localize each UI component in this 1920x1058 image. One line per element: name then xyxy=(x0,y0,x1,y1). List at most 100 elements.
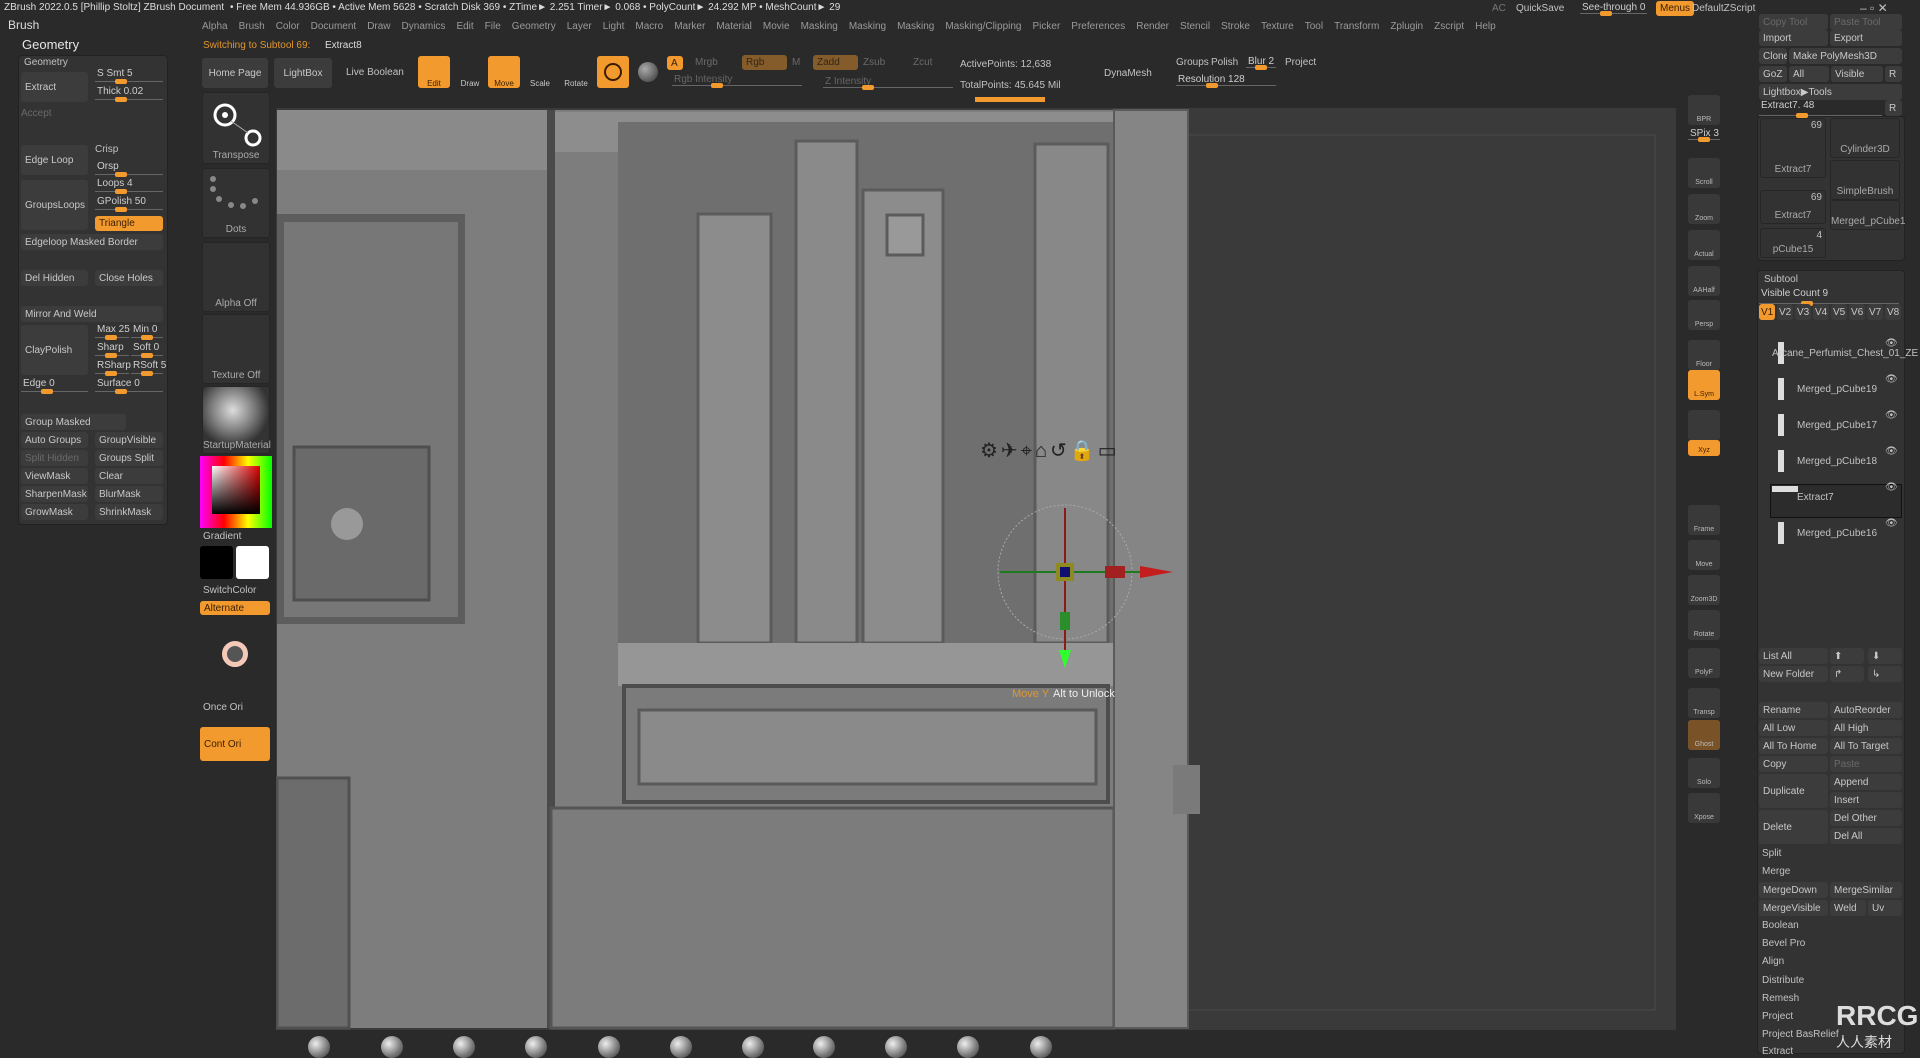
lightbox-tools-button[interactable]: Lightbox▶Tools xyxy=(1759,84,1902,100)
menu-item[interactable]: Help xyxy=(1475,21,1496,32)
dynamesh-button[interactable]: DynaMesh xyxy=(1104,68,1152,79)
extract-section[interactable]: Extract xyxy=(1762,1046,1793,1057)
merge-down-button[interactable]: MergeDown xyxy=(1759,882,1828,898)
sphere-icon[interactable] xyxy=(638,62,658,82)
merge-visible-button[interactable]: MergeVisible xyxy=(1759,900,1828,916)
orsp-slider[interactable]: Orsp xyxy=(95,161,163,177)
shelf-persp-button[interactable]: Persp xyxy=(1688,300,1720,330)
weld-button[interactable]: Weld xyxy=(1830,900,1866,916)
min-slider[interactable]: Min 0 xyxy=(131,324,163,340)
cont-ori-button[interactable]: Cont Ori xyxy=(200,727,270,761)
menu-item[interactable]: Light xyxy=(603,21,625,32)
menu-item[interactable]: Dynamics xyxy=(402,21,446,32)
brush-icon[interactable] xyxy=(381,1036,403,1058)
all-to-target-button[interactable]: All To Target xyxy=(1830,738,1902,754)
zadd-button[interactable]: Zadd xyxy=(813,55,858,70)
tool-r-button[interactable]: R xyxy=(1885,100,1902,116)
tool-thumbnail[interactable]: Merged_pCube1 xyxy=(1830,200,1906,230)
rgb-intensity-slider[interactable]: Rgb Intensity xyxy=(672,74,802,88)
m-button[interactable]: M xyxy=(792,57,800,68)
project-toggle[interactable]: Project xyxy=(1285,57,1316,68)
align-section[interactable]: Align xyxy=(1762,956,1784,967)
brush-icon[interactable] xyxy=(670,1036,692,1058)
brush-icon[interactable] xyxy=(742,1036,764,1058)
brush-icon[interactable] xyxy=(453,1036,475,1058)
project-section[interactable]: Project xyxy=(1762,1011,1793,1022)
s-smt-slider[interactable]: S Smt 5 xyxy=(95,68,163,84)
blurmask-button[interactable]: BlurMask xyxy=(95,486,163,502)
del-other-button[interactable]: Del Other xyxy=(1830,810,1902,826)
goz-button[interactable]: GoZ xyxy=(1759,66,1787,82)
version-tab[interactable]: V3 xyxy=(1795,304,1811,320)
auto-reorder-button[interactable]: AutoReorder xyxy=(1830,702,1902,718)
split-section[interactable]: Split xyxy=(1762,848,1781,859)
see-through-slider[interactable]: See-through 0 xyxy=(1580,2,1648,16)
max-slider[interactable]: Max 25 xyxy=(95,324,130,340)
visible-count-slider[interactable]: Visible Count 9 xyxy=(1759,288,1899,306)
goz-r-button[interactable]: R xyxy=(1885,66,1902,82)
soft-slider[interactable]: Soft 0 xyxy=(131,342,163,358)
all-low-button[interactable]: All Low xyxy=(1759,720,1828,736)
del-hidden-button[interactable]: Del Hidden xyxy=(21,270,88,286)
shrinkmask-button[interactable]: ShrinkMask xyxy=(95,504,163,520)
texture-tile[interactable]: Texture Off xyxy=(202,314,270,384)
once-ori-button[interactable]: Once Ori xyxy=(203,702,243,713)
geometry-palette-title[interactable]: Geometry xyxy=(22,37,79,52)
polish-toggle[interactable]: Polish xyxy=(1211,57,1238,68)
brush-icon[interactable] xyxy=(308,1036,330,1058)
rgb-button[interactable]: Rgb xyxy=(742,55,787,70)
import-button[interactable]: Import xyxy=(1759,30,1828,46)
mrgb-button[interactable]: Mrgb xyxy=(695,57,718,68)
menu-item[interactable]: Masking/Clipping xyxy=(945,21,1021,32)
menu-item[interactable]: Zscript xyxy=(1434,21,1464,32)
quicksave-button[interactable]: QuickSave xyxy=(1516,3,1564,14)
export-button[interactable]: Export xyxy=(1830,30,1902,46)
brush-icon[interactable] xyxy=(813,1036,835,1058)
new-folder-button[interactable]: New Folder xyxy=(1759,666,1828,682)
menu-item[interactable]: Stroke xyxy=(1221,21,1250,32)
move-button[interactable]: Move xyxy=(488,56,520,88)
menu-item[interactable]: Preferences xyxy=(1071,21,1125,32)
rename-button[interactable]: Rename xyxy=(1759,702,1828,718)
brush-icon[interactable] xyxy=(957,1036,979,1058)
loops-slider[interactable]: Loops 4 xyxy=(95,178,163,194)
menu-item[interactable]: Alpha xyxy=(202,21,228,32)
current-tool-slider[interactable]: Extract7. 48 xyxy=(1759,100,1882,118)
brush-palette-title[interactable]: Brush xyxy=(8,18,39,32)
shelf-frame-button[interactable]: Frame xyxy=(1688,505,1720,535)
transpose-tile[interactable]: Transpose xyxy=(202,92,270,164)
shelf-aahalf-button[interactable]: AAHalf xyxy=(1688,266,1720,296)
shelf-lsym-button[interactable]: L.Sym xyxy=(1688,370,1720,400)
menu-item[interactable]: Transform xyxy=(1334,21,1379,32)
duplicate-button[interactable]: Duplicate xyxy=(1759,774,1828,808)
subtool-visibility-eye-icon[interactable]: 👁 xyxy=(1885,482,1899,493)
z-intensity-slider[interactable]: Z Intensity xyxy=(823,76,953,90)
menu-item[interactable]: Material xyxy=(716,21,752,32)
copy-tool-button[interactable]: Copy Tool xyxy=(1759,14,1828,30)
secondary-color-swatch[interactable] xyxy=(200,546,233,579)
menu-item[interactable]: Marker xyxy=(674,21,705,32)
uv-button[interactable]: Uv xyxy=(1868,900,1902,916)
tool-thumbnail[interactable]: Extract7 69 xyxy=(1760,118,1826,178)
paste-button[interactable]: Paste xyxy=(1830,756,1902,772)
menu-item[interactable]: Tool xyxy=(1305,21,1323,32)
shelf-polyf-button[interactable]: PolyF xyxy=(1688,648,1720,678)
growmask-button[interactable]: GrowMask xyxy=(21,504,88,520)
all-high-button[interactable]: All High xyxy=(1830,720,1902,736)
zsub-button[interactable]: Zsub xyxy=(863,57,885,68)
goz-all-button[interactable]: All xyxy=(1789,66,1829,82)
shelf-floor-button[interactable]: Floor xyxy=(1688,340,1720,370)
merge-similar-button[interactable]: MergeSimilar xyxy=(1830,882,1902,898)
subtool-visibility-eye-icon[interactable]: 👁 xyxy=(1885,338,1899,349)
tool-thumbnail[interactable]: SimpleBrush xyxy=(1830,160,1900,200)
shelf-xpose-button[interactable]: Xpose xyxy=(1688,793,1720,823)
menu-item[interactable]: Picker xyxy=(1033,21,1061,32)
version-tab[interactable]: V6 xyxy=(1849,304,1865,320)
group-visible-button[interactable]: GroupVisible xyxy=(95,432,163,448)
all-to-home-button[interactable]: All To Home xyxy=(1759,738,1828,754)
menu-item[interactable]: Layer xyxy=(567,21,592,32)
groups-loops-button[interactable]: GroupsLoops xyxy=(21,180,88,230)
accept-button[interactable]: Accept xyxy=(21,108,88,122)
mirror-and-weld-button[interactable]: Mirror And Weld xyxy=(21,306,163,322)
menu-item[interactable]: Geometry xyxy=(512,21,556,32)
